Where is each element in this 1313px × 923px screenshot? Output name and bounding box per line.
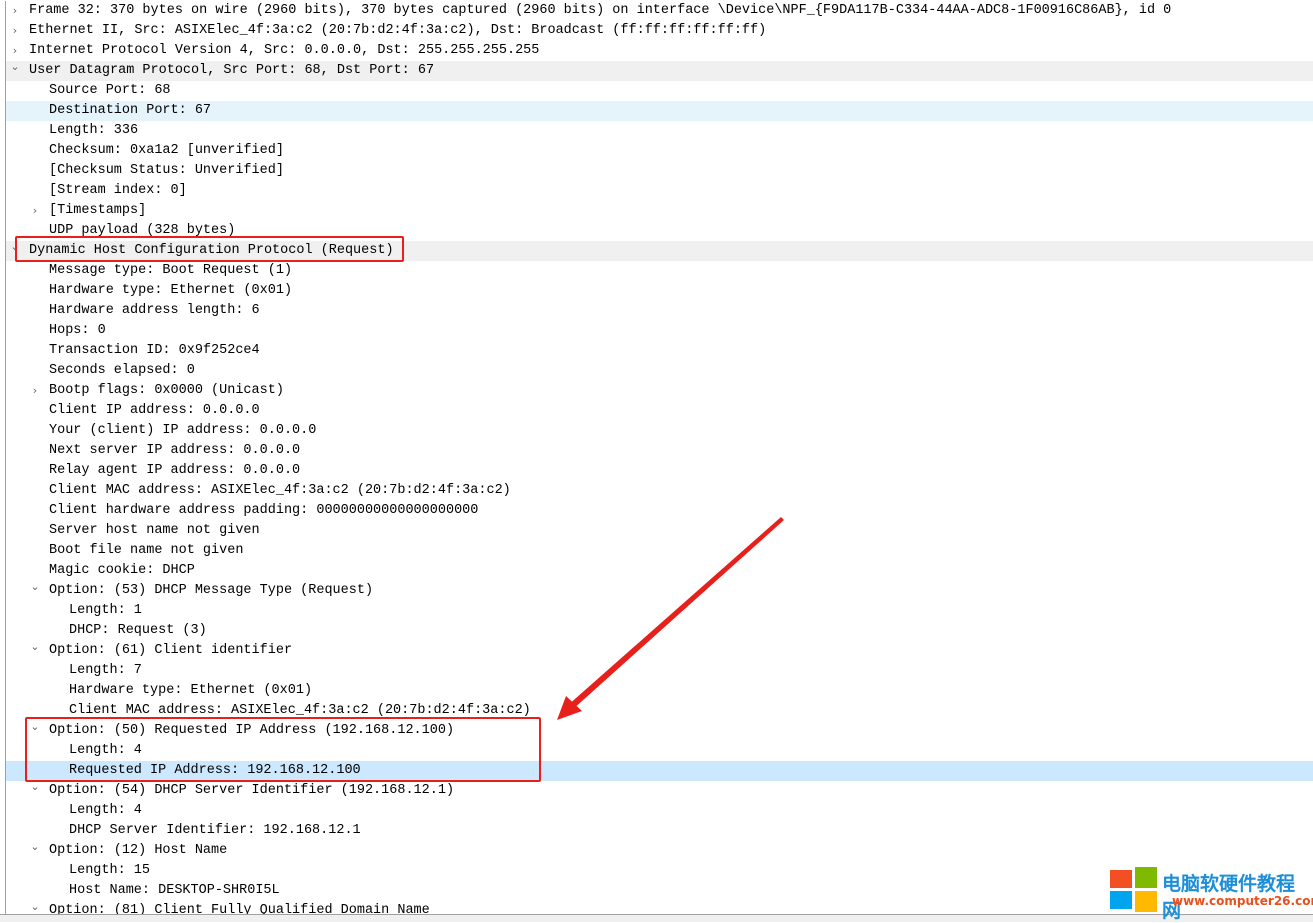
arrow-shaft bbox=[567, 517, 784, 710]
watermark-url: www.computer26.com bbox=[1172, 894, 1313, 908]
watermark-logo: 电脑软硬件教程网 www.computer26.com bbox=[1106, 864, 1313, 922]
annotation-arrow bbox=[557, 517, 784, 720]
